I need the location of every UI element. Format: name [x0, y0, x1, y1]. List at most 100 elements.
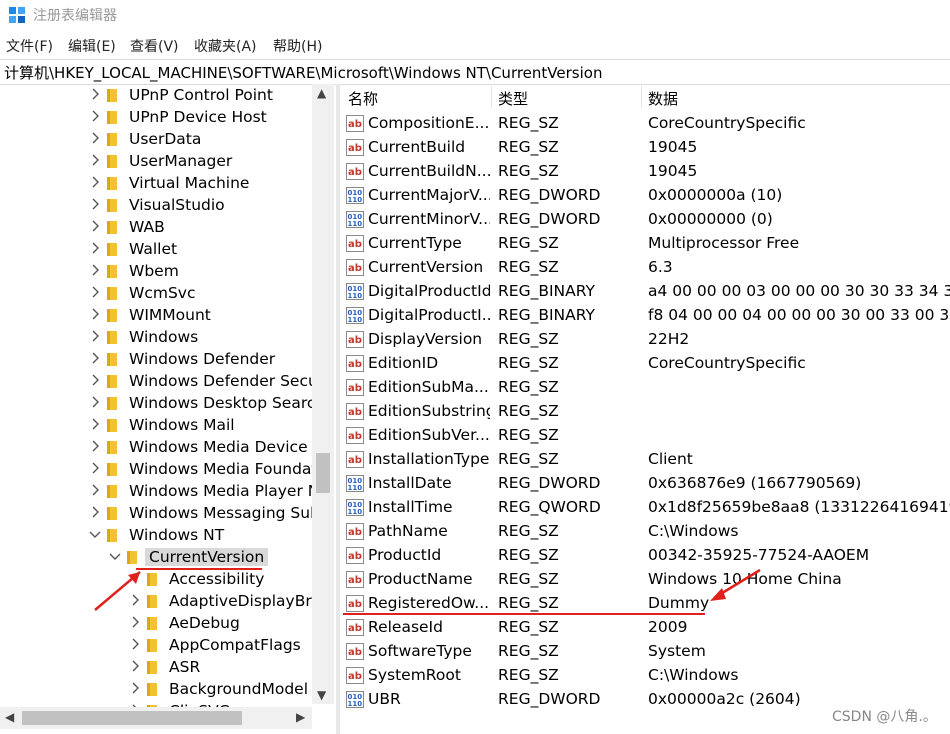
chevron-right-icon[interactable]: [128, 637, 142, 651]
tree-item[interactable]: Windows Mail: [0, 415, 312, 437]
chevron-right-icon[interactable]: [88, 263, 102, 277]
column-header-data[interactable]: 数据: [648, 88, 678, 109]
chevron-right-icon[interactable]: [88, 461, 102, 475]
menu-file[interactable]: 文件(F): [6, 36, 53, 56]
scroll-right-icon[interactable]: ▶: [296, 710, 305, 724]
column-divider[interactable]: [641, 86, 642, 108]
value-row[interactable]: ab SoftwareType REG_SZ System: [341, 640, 950, 664]
value-row[interactable]: 010 110 CurrentMinorV... REG_DWORD 0x0000000…: [341, 208, 950, 232]
menu-edit[interactable]: 编辑(E): [68, 36, 116, 56]
value-row[interactable]: ab DisplayVersion REG_SZ 22H2: [341, 328, 950, 352]
address-path[interactable]: 计算机\HKEY_LOCAL_MACHINE\SOFTWARE\Microsof…: [4, 62, 602, 83]
value-row[interactable]: ab CurrentType REG_SZ Multiprocessor Free: [341, 232, 950, 256]
value-row[interactable]: ab CompositionE... REG_SZ CoreCountrySpecif…: [341, 112, 950, 136]
scroll-up-icon[interactable]: ▲: [317, 86, 326, 100]
chevron-right-icon[interactable]: [88, 87, 102, 101]
value-row[interactable]: ab InstallationType REG_SZ Client: [341, 448, 950, 472]
value-row[interactable]: ab EditionSubstring REG_SZ: [341, 400, 950, 424]
tree-item[interactable]: Windows: [0, 327, 312, 349]
column-header-name[interactable]: 名称: [348, 88, 378, 109]
tree-item[interactable]: Windows Defender: [0, 349, 312, 371]
value-row[interactable]: ab ProductId REG_SZ 00342-35925-77524-AAOEM: [341, 544, 950, 568]
chevron-right-icon[interactable]: [88, 285, 102, 299]
chevron-right-icon[interactable]: [88, 395, 102, 409]
tree-item[interactable]: WAB: [0, 217, 312, 239]
tree-item[interactable]: ASR: [0, 657, 312, 679]
tree-item[interactable]: UPnP Device Host: [0, 107, 312, 129]
value-row[interactable]: ab SystemRoot REG_SZ C:\Windows: [341, 664, 950, 688]
tree-item[interactable]: Windows Media Device M: [0, 437, 326, 459]
chevron-right-icon[interactable]: [88, 439, 102, 453]
value-row[interactable]: ab EditionID REG_SZ CoreCountrySpecific: [341, 352, 950, 376]
tree-vertical-scroll-thumb[interactable]: [316, 453, 330, 493]
value-row[interactable]: ab CurrentBuild REG_SZ 19045: [341, 136, 950, 160]
tree-item[interactable]: AppCompatFlags: [0, 635, 312, 657]
tree-item[interactable]: CurrentVersion: [0, 547, 312, 569]
tree-item[interactable]: BackgroundModel: [0, 679, 312, 701]
value-row[interactable]: ab EditionSubVer... REG_SZ: [341, 424, 950, 448]
chevron-right-icon[interactable]: [88, 175, 102, 189]
chevron-right-icon[interactable]: [88, 197, 102, 211]
chevron-right-icon[interactable]: [88, 373, 102, 387]
value-row[interactable]: 010 110 DigitalProductI... REG_BINARY f8 04 …: [341, 304, 950, 328]
tree-horizontal-scrollbar[interactable]: ◀ ▶: [0, 707, 312, 729]
value-row[interactable]: ab RegisteredOw... REG_SZ Dummy: [341, 592, 950, 616]
tree-item[interactable]: Windows NT: [0, 525, 312, 547]
value-row[interactable]: 010 110 InstallTime REG_QWORD 0x1d8f25659be8…: [341, 496, 950, 520]
tree-item[interactable]: Wallet: [0, 239, 312, 261]
value-row[interactable]: 010 110 DigitalProductId REG_BINARY a4 00 00…: [341, 280, 950, 304]
chevron-right-icon[interactable]: [88, 109, 102, 123]
chevron-right-icon[interactable]: [88, 241, 102, 255]
tree-item[interactable]: Windows Messaging Sub: [0, 503, 320, 525]
column-divider[interactable]: [491, 86, 492, 108]
pane-splitter[interactable]: [336, 84, 340, 734]
column-header-type[interactable]: 类型: [498, 88, 528, 109]
chevron-down-icon[interactable]: [88, 527, 102, 541]
tree-item[interactable]: UserManager: [0, 151, 312, 173]
chevron-right-icon[interactable]: [88, 307, 102, 321]
chevron-right-icon[interactable]: [128, 659, 142, 673]
value-row[interactable]: ab ReleaseId REG_SZ 2009: [341, 616, 950, 640]
tree-vertical-scrollbar[interactable]: ▲ ▼: [312, 84, 334, 704]
chevron-right-icon[interactable]: [88, 351, 102, 365]
tree-item[interactable]: UserData: [0, 129, 312, 151]
chevron-right-icon[interactable]: [88, 153, 102, 167]
value-row[interactable]: ab CurrentVersion REG_SZ 6.3: [341, 256, 950, 280]
chevron-right-icon[interactable]: [88, 417, 102, 431]
tree-item[interactable]: Windows Media Foundati: [0, 459, 322, 481]
value-row[interactable]: ab PathName REG_SZ C:\Windows: [341, 520, 950, 544]
tree-item[interactable]: WcmSvc: [0, 283, 312, 305]
menu-help[interactable]: 帮助(H): [273, 36, 322, 56]
menu-view[interactable]: 查看(V): [130, 36, 179, 56]
tree-horizontal-scroll-thumb[interactable]: [22, 711, 242, 725]
tree-item[interactable]: Wbem: [0, 261, 312, 283]
tree-item[interactable]: VisualStudio: [0, 195, 312, 217]
chevron-right-icon[interactable]: [88, 219, 102, 233]
tree-item[interactable]: Windows Media Player N: [0, 481, 319, 503]
value-row[interactable]: 010 110 InstallDate REG_DWORD 0x636876e9 (16…: [341, 472, 950, 496]
chevron-right-icon[interactable]: [128, 593, 142, 607]
chevron-right-icon[interactable]: [128, 681, 142, 695]
chevron-down-icon[interactable]: [108, 549, 122, 563]
tree-item[interactable]: AdaptiveDisplayBrig: [0, 591, 326, 613]
tree-item[interactable]: Windows Desktop Search: [0, 393, 325, 415]
tree-item[interactable]: Virtual Machine: [0, 173, 312, 195]
chevron-right-icon[interactable]: [128, 615, 142, 629]
tree-item[interactable]: Accessibility: [0, 569, 312, 591]
tree-item[interactable]: WIMMount: [0, 305, 312, 327]
chevron-right-icon[interactable]: [88, 329, 102, 343]
value-row[interactable]: ab CurrentBuildN... REG_SZ 19045: [341, 160, 950, 184]
scroll-left-icon[interactable]: ◀: [5, 710, 14, 724]
address-bar[interactable]: 计算机\HKEY_LOCAL_MACHINE\SOFTWARE\Microsof…: [0, 59, 950, 85]
chevron-right-icon[interactable]: [88, 483, 102, 497]
chevron-right-icon[interactable]: [88, 131, 102, 145]
menu-favorites[interactable]: 收藏夹(A): [194, 36, 257, 56]
tree-item[interactable]: AeDebug: [0, 613, 312, 635]
value-row[interactable]: ab ProductName REG_SZ Windows 10 Home China: [341, 568, 950, 592]
tree-item[interactable]: UPnP Control Point: [0, 85, 312, 107]
value-row[interactable]: ab EditionSubMa... REG_SZ: [341, 376, 950, 400]
chevron-right-icon[interactable]: [88, 505, 102, 519]
tree-item[interactable]: Windows Defender Secur: [0, 371, 324, 393]
scroll-down-icon[interactable]: ▼: [317, 688, 326, 702]
value-row[interactable]: 010 110 CurrentMajorV... REG_DWORD 0x0000000…: [341, 184, 950, 208]
